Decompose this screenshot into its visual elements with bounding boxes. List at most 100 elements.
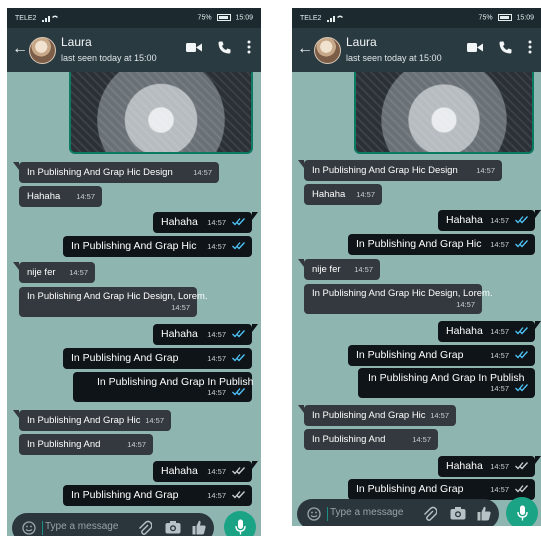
message-time: 14:57	[356, 190, 375, 199]
message-composer: Type a message	[12, 513, 214, 536]
menu-dots-icon[interactable]	[247, 40, 251, 54]
phone-icon[interactable]	[499, 41, 512, 54]
thumb-up-icon[interactable]	[477, 506, 491, 521]
message-time: 14:57	[476, 166, 495, 175]
message-outgoing[interactable]: Hahaha 14:57	[153, 461, 258, 482]
message-text: In Publishing And Grap Hic	[312, 410, 426, 421]
message-text: nije fer	[312, 264, 341, 275]
battery-icon	[216, 14, 231, 22]
avatar[interactable]	[29, 37, 56, 64]
sent-receipt-icon	[232, 467, 245, 475]
message-text: Hahaha	[161, 328, 198, 340]
status-bar: TELE2 75% 15:09	[7, 8, 261, 28]
battery-percent: 75%	[197, 14, 212, 22]
camera-icon[interactable]	[165, 520, 181, 534]
message-outgoing[interactable]: Hahaha 14:57	[438, 321, 541, 342]
message-incoming[interactable]: In Publishing And Grap Hic 14:57	[298, 405, 456, 426]
emoji-icon[interactable]	[22, 521, 36, 535]
message-time: 14:57	[490, 462, 509, 471]
message-incoming[interactable]: In Publishing And Grap Hic Design, Lorem…	[19, 287, 208, 317]
message-time: 14:57	[69, 268, 88, 277]
message-time: 14:57	[456, 300, 475, 309]
message-outgoing[interactable]: In Publishing And Grap 14:57	[348, 345, 535, 366]
message-outgoing[interactable]: Hahaha 14:57	[153, 324, 258, 345]
thumb-up-icon[interactable]	[192, 520, 206, 535]
message-text: In Publishing And	[312, 434, 386, 445]
message-outgoing[interactable]: In Publishing And Grap In Publish 14:57	[73, 372, 253, 402]
message-outgoing[interactable]: In Publishing And Grap In Publish 14:57	[358, 368, 535, 398]
avatar[interactable]	[314, 37, 341, 64]
sent-receipt-icon	[232, 491, 245, 499]
phone-icon[interactable]	[218, 41, 231, 54]
message-input[interactable]: Type a message	[330, 507, 403, 518]
chat-header: ← Laura last seen today at 15:00	[7, 28, 261, 72]
message-text: Hahaha	[312, 189, 346, 200]
message-text: Hahaha	[27, 191, 61, 202]
back-arrow-icon[interactable]: ←	[12, 40, 28, 58]
back-arrow-icon[interactable]: ←	[297, 40, 313, 58]
message-text: In Publishing And Grap Hic	[356, 238, 482, 250]
message-outgoing[interactable]: In Publishing And Grap 14:57	[348, 479, 535, 500]
video-call-icon[interactable]	[186, 42, 202, 53]
mic-button[interactable]	[224, 511, 256, 536]
message-incoming[interactable]: nije fer 14:57	[13, 262, 95, 283]
message-text: Hahaha	[446, 460, 483, 472]
attach-icon[interactable]	[138, 520, 152, 536]
attach-icon[interactable]	[423, 506, 437, 522]
video-call-icon[interactable]	[467, 42, 483, 53]
message-text: nije fer	[27, 267, 56, 278]
message-time: 14:57	[207, 330, 226, 339]
phone-screen-right: TELE2 75% 15:09 ← Laura last seen today …	[292, 8, 541, 526]
menu-dots-icon[interactable]	[528, 40, 532, 54]
message-text: Hahaha	[446, 325, 483, 337]
image-message[interactable]	[69, 72, 253, 154]
message-incoming[interactable]: Hahaha 14:57	[304, 184, 382, 205]
header-actions	[186, 40, 251, 54]
text-cursor	[327, 507, 328, 521]
message-incoming[interactable]: In Publishing And 14:57	[304, 429, 438, 450]
status-time: 15:09	[516, 14, 534, 22]
message-outgoing[interactable]: In Publishing And Grap Hic 14:57	[63, 236, 252, 257]
message-incoming[interactable]: In Publishing And Grap Hic Design 14:57	[13, 162, 219, 183]
phone-screen-left: TELE2 75% 15:09 ← Laura last seen today …	[7, 8, 261, 536]
emoji-icon[interactable]	[307, 507, 321, 521]
status-right-group: 75% 15:09	[197, 14, 253, 22]
message-time: 14:57	[430, 411, 449, 420]
message-time: 14:57	[207, 218, 226, 227]
message-outgoing[interactable]: Hahaha 14:57	[438, 210, 541, 231]
signal-icon	[327, 15, 344, 22]
message-outgoing[interactable]: In Publishing And Grap 14:57	[63, 348, 252, 369]
message-incoming[interactable]: In Publishing And Grap Hic Design 14:57	[298, 160, 502, 181]
mic-icon	[516, 505, 528, 521]
read-receipt-icon	[232, 218, 245, 226]
message-text: In Publishing And Grap Hic Design	[27, 167, 173, 178]
image-message[interactable]	[354, 72, 534, 154]
message-time: 14:57	[490, 216, 509, 225]
text-cursor	[42, 521, 43, 535]
message-outgoing[interactable]: Hahaha 14:57	[153, 212, 258, 233]
message-input[interactable]: Type a message	[45, 521, 118, 532]
message-time: 14:57	[490, 384, 509, 393]
last-seen-status: last seen today at 15:00	[61, 53, 157, 63]
message-time: 14:57	[207, 242, 226, 251]
message-incoming[interactable]: Hahaha 14:57	[19, 186, 102, 207]
contact-name[interactable]: Laura	[346, 35, 377, 49]
camera-icon[interactable]	[450, 506, 466, 520]
message-incoming[interactable]: In Publishing And Grap Hic Design, Lorem…	[304, 284, 493, 314]
mic-button[interactable]	[506, 497, 538, 526]
message-outgoing[interactable]: In Publishing And Grap Hic 14:57	[348, 234, 535, 255]
sent-receipt-icon	[515, 485, 528, 493]
message-incoming[interactable]: In Publishing And Grap Hic 14:57	[13, 410, 171, 431]
message-outgoing[interactable]: In Publishing And Grap 14:57	[63, 485, 252, 506]
read-receipt-icon	[232, 388, 245, 396]
message-incoming[interactable]: In Publishing And 14:57	[19, 434, 153, 455]
message-text: Hahaha	[161, 216, 198, 228]
status-time: 15:09	[235, 14, 253, 22]
message-time: 14:57	[145, 416, 164, 425]
battery-percent: 75%	[478, 14, 493, 22]
contact-name[interactable]: Laura	[61, 35, 92, 49]
message-outgoing[interactable]: Hahaha 14:57	[438, 456, 541, 477]
signal-icon	[42, 15, 59, 22]
message-incoming[interactable]: nije fer 14:57	[298, 259, 380, 280]
last-seen-status: last seen today at 15:00	[346, 53, 442, 63]
